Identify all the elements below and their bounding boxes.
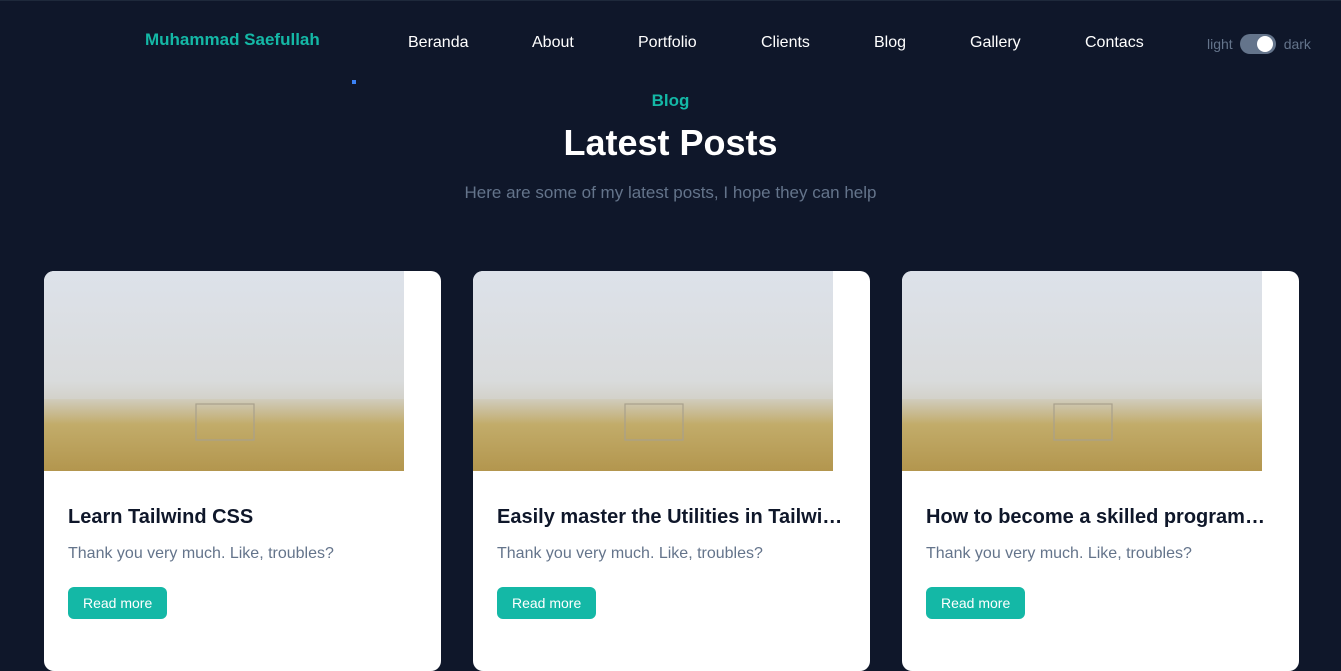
- top-navbar: Muhammad Saefullah Beranda About Portfol…: [0, 0, 1341, 84]
- post-image: [902, 271, 1262, 471]
- theme-toggle-group: light dark: [1207, 33, 1311, 55]
- nav-link-blog[interactable]: Blog: [874, 34, 906, 52]
- theme-dark-label: dark: [1283, 36, 1311, 52]
- nav-link-contacs[interactable]: Contacs: [1085, 34, 1144, 52]
- post-title[interactable]: Learn Tailwind CSS: [68, 506, 420, 529]
- nav-link-gallery[interactable]: Gallery: [970, 34, 1021, 52]
- nav-link-beranda[interactable]: Beranda: [408, 34, 469, 52]
- post-card: How to become a skilled programmer Thank…: [902, 271, 1299, 671]
- post-excerpt: Thank you very much. Like, troubles?: [497, 545, 763, 562]
- section-eyebrow: Blog: [651, 91, 690, 110]
- post-excerpt: Thank you very much. Like, troubles?: [68, 545, 334, 562]
- post-image: [44, 271, 404, 471]
- nav-link-clients[interactable]: Clients: [761, 34, 810, 52]
- dark-mode-toggle[interactable]: [1239, 34, 1276, 54]
- post-image: [473, 271, 833, 471]
- decorative-speck: [352, 80, 356, 84]
- post-card: Easily master the Utilities in Tailwind …: [473, 271, 870, 671]
- theme-light-label: light: [1207, 36, 1233, 52]
- toggle-knob: [1256, 36, 1273, 52]
- nav-link-about[interactable]: About: [532, 34, 574, 52]
- post-card: Learn Tailwind CSS Thank you very much. …: [44, 271, 441, 671]
- section-title: Latest Posts: [563, 122, 778, 163]
- post-excerpt: Thank you very much. Like, troubles?: [926, 545, 1192, 562]
- nav-link-portfolio[interactable]: Portfolio: [638, 34, 697, 52]
- read-more-button[interactable]: Read more: [926, 587, 1026, 619]
- read-more-button[interactable]: Read more: [497, 587, 597, 619]
- post-title[interactable]: How to become a skilled programmer: [926, 506, 1278, 529]
- read-more-button[interactable]: Read more: [68, 587, 168, 619]
- post-title[interactable]: Easily master the Utilities in Tailwind …: [497, 506, 849, 529]
- brand-logo[interactable]: Muhammad Saefullah: [145, 30, 320, 50]
- section-subtitle: Here are some of my latest posts, I hope…: [464, 183, 877, 202]
